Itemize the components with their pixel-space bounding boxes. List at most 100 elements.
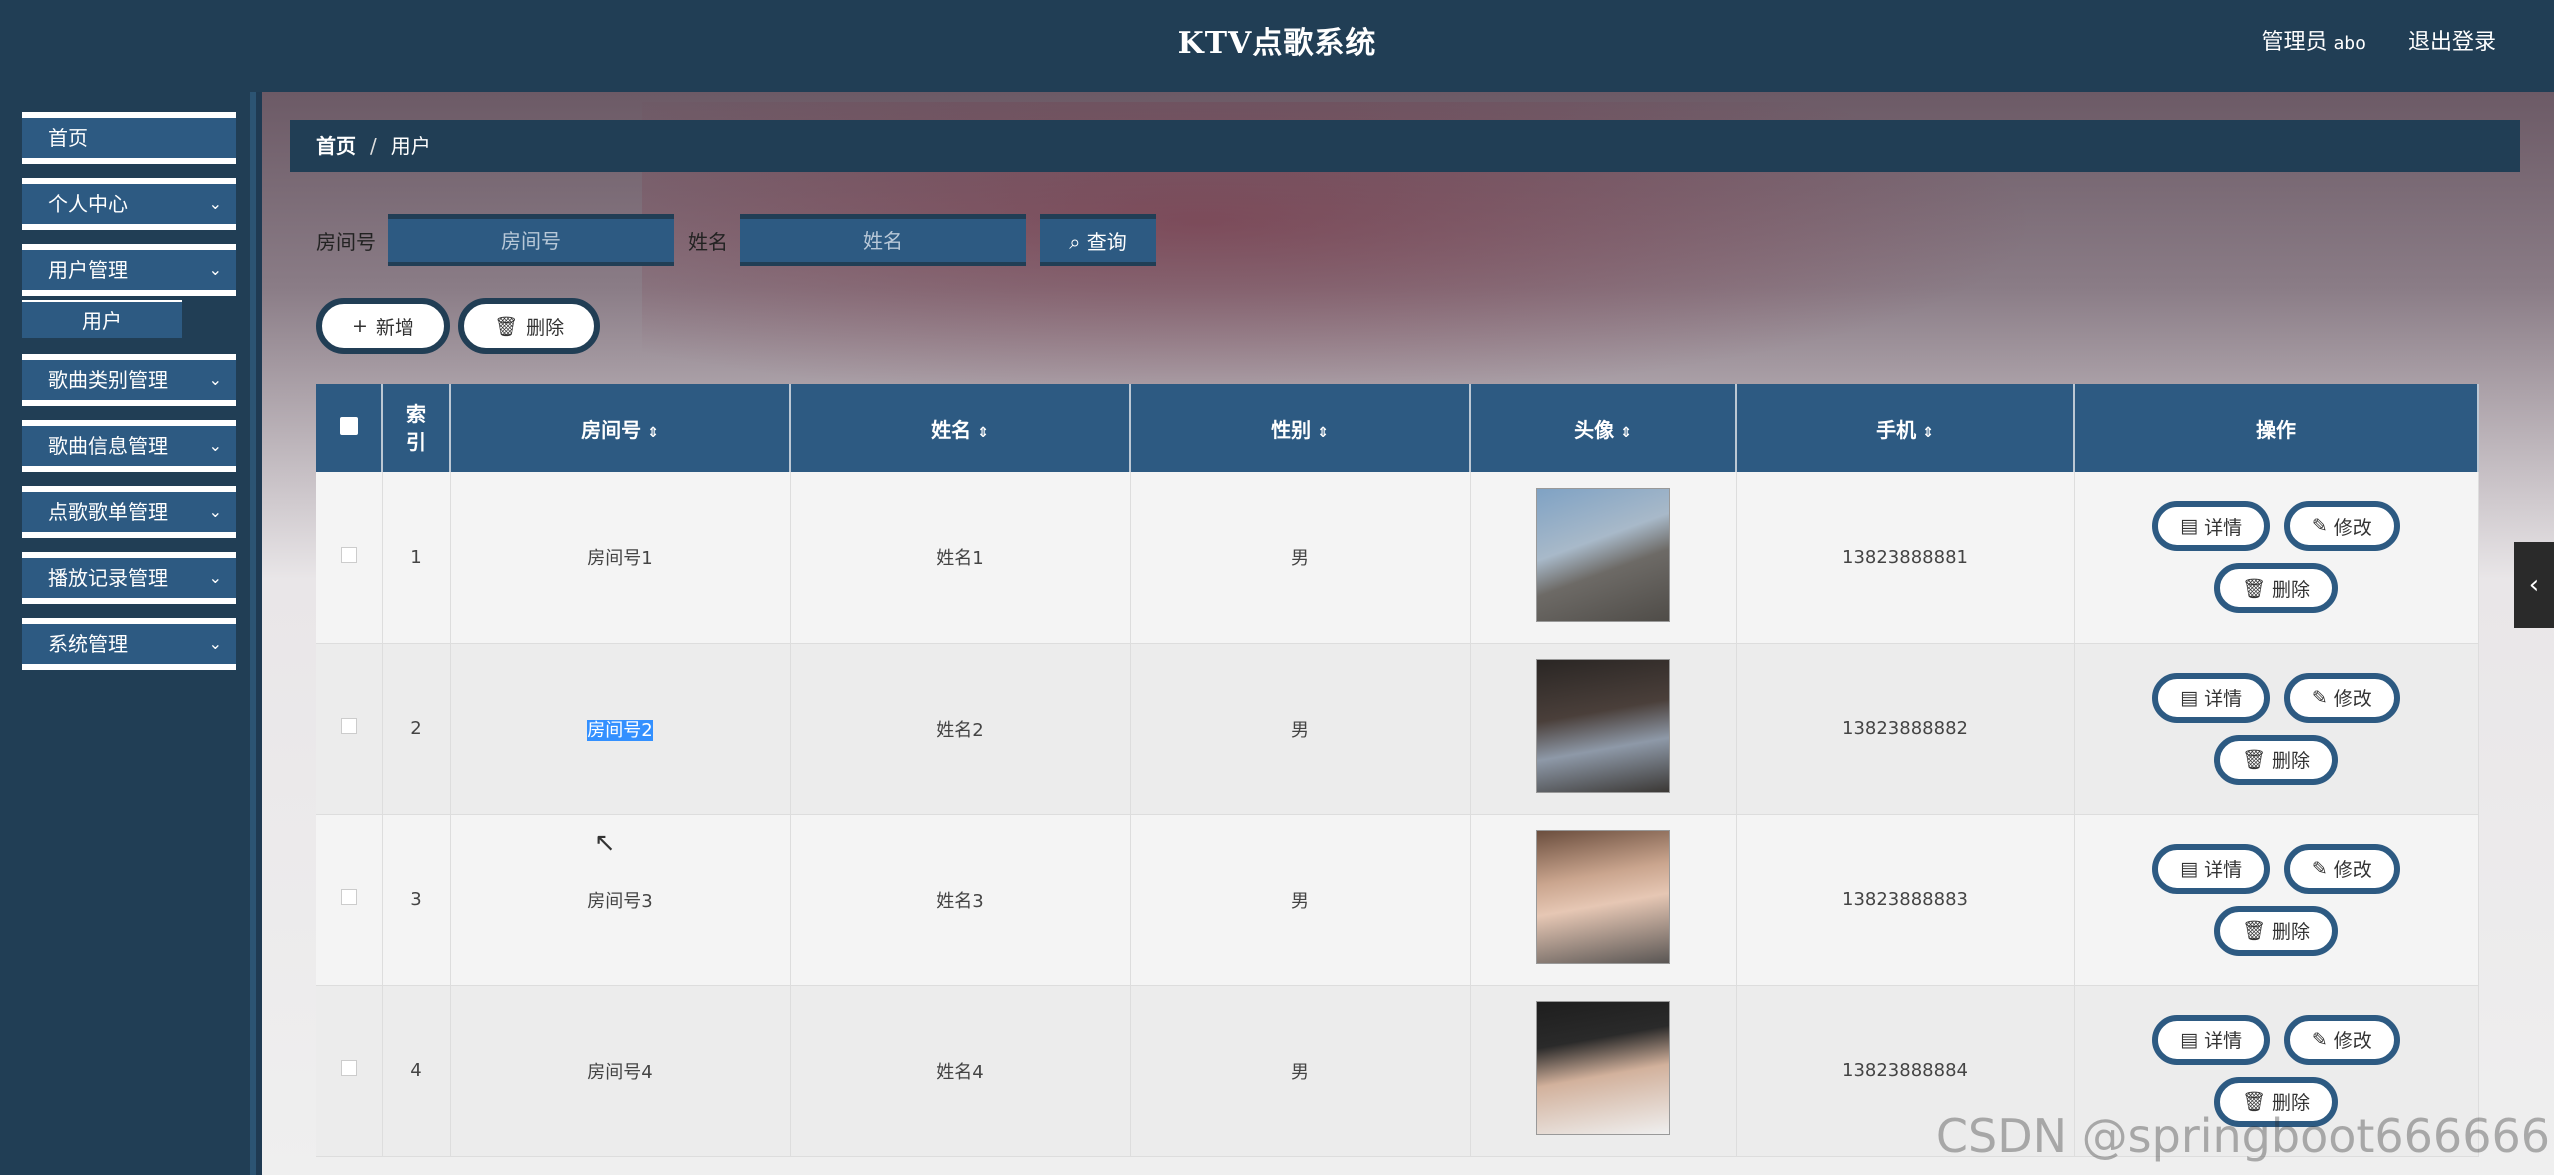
delete-button[interactable]: 🗑 删除 xyxy=(2213,563,2339,614)
main-content: 首页/用户 房间号 姓名 ⌕ 查询 +新增 🗑删除 索引 房间号⇕ 姓名⇕ 性别… xyxy=(262,92,2554,1175)
document-icon: ▤ xyxy=(2180,686,2199,709)
avatar-cell xyxy=(1470,643,1737,815)
header-label: 手机 xyxy=(1876,417,1917,442)
add-button[interactable]: + 新增 xyxy=(316,298,450,354)
admin-name: abo xyxy=(2333,33,2366,54)
breadcrumb-current: 用户 xyxy=(390,134,431,158)
pencil-icon: ✎ xyxy=(2311,857,2328,880)
delete-button-label: 删除 xyxy=(526,316,565,339)
document-icon: ▤ xyxy=(2180,857,2199,880)
detail-label: 详情 xyxy=(2204,1030,2243,1052)
chevron-down-icon: ⌄ xyxy=(208,568,222,587)
avatar-cell xyxy=(1470,985,1737,1157)
query-button[interactable]: ⌕ 查询 xyxy=(1040,214,1156,266)
delete-label: 删除 xyxy=(2272,750,2311,772)
row-checkbox[interactable] xyxy=(340,889,357,905)
sort-icon[interactable]: ⇕ xyxy=(647,425,659,441)
sort-icon[interactable]: ⇕ xyxy=(977,425,989,441)
sidebar-item-home[interactable]: 首页 xyxy=(22,112,236,164)
detail-label: 详情 xyxy=(2204,516,2243,539)
sidebar-item-label: 歌曲类别管理 xyxy=(48,368,168,392)
detail-button[interactable]: ▤ 详情 xyxy=(2152,1014,2271,1065)
table-row: 3 房间号3 姓名3 男 13823888883 ▤ 详情 ✎ 修改 🗑 删除 xyxy=(316,814,2479,986)
phone-cell: 13823888882 xyxy=(1736,643,2075,815)
sidebar-item-label: 播放记录管理 xyxy=(48,566,168,590)
column-header-name[interactable]: 姓名 ⇕ xyxy=(790,384,1131,472)
phone-cell: 13823888881 xyxy=(1736,472,2075,644)
edit-button[interactable]: ✎ 修改 xyxy=(2283,672,2400,723)
action-toolbar: + 新增 🗑 删除 xyxy=(316,298,601,354)
watermark: CSDN @springboot666666 xyxy=(1935,1109,2550,1163)
add-button-label: 新增 xyxy=(375,316,414,339)
room-label: 房间号 xyxy=(316,229,376,254)
index-cell: 1 xyxy=(382,472,451,644)
room-search-input[interactable] xyxy=(388,214,674,266)
sidebar-item-system[interactable]: 系统管理 ⌄ xyxy=(22,618,236,670)
breadcrumb: 首页 / 用户 xyxy=(290,120,2520,172)
sort-icon[interactable]: ⇕ xyxy=(1620,425,1632,441)
trash-icon: 🗑 xyxy=(493,315,519,338)
pencil-icon: ✎ xyxy=(2311,1028,2328,1051)
sidebar-item-user-management[interactable]: 用户管理 ⌄ xyxy=(22,244,236,296)
column-header-avatar[interactable]: 头像 ⇕ xyxy=(1470,384,1737,472)
edit-button[interactable]: ✎ 修改 xyxy=(2283,843,2400,894)
detail-label: 详情 xyxy=(2204,688,2243,710)
sort-icon[interactable]: ⇕ xyxy=(1317,425,1329,441)
detail-button[interactable]: ▤ 详情 xyxy=(2152,501,2271,552)
header-label: 头像 xyxy=(1574,417,1615,442)
pencil-icon: ✎ xyxy=(2311,686,2328,709)
avatar-cell xyxy=(1470,814,1737,986)
select-all-checkbox[interactable] xyxy=(339,417,358,435)
header-label: 操作 xyxy=(2256,417,2296,442)
name-search-input[interactable] xyxy=(740,214,1026,266)
sidebar: 首页 个人中心 ⌄ 用户管理 ⌄ 用户 歌曲类别管理 ⌄ 歌曲信息管理 ⌄ 点歌歌单管理… xyxy=(0,92,256,1175)
sort-icon[interactable]: ⇕ xyxy=(1922,425,1934,441)
column-header-room[interactable]: 房间号 ⇕ xyxy=(450,384,791,472)
batch-delete-button[interactable]: 🗑 删除 xyxy=(457,298,601,354)
avatar xyxy=(1536,830,1670,964)
sidebar-item-song-category[interactable]: 歌曲类别管理 ⌄ xyxy=(22,354,236,406)
name-label: 姓名 xyxy=(688,229,728,254)
detail-label: 详情 xyxy=(2204,859,2243,881)
selected-room-text: 房间号2 xyxy=(587,719,653,741)
chevron-left-icon[interactable]: ‹ xyxy=(2514,542,2554,628)
gender-cell: 男 xyxy=(1130,472,1471,644)
row-checkbox[interactable] xyxy=(340,718,357,734)
index-cell: 2 xyxy=(382,643,451,815)
gender-cell: 男 xyxy=(1130,985,1471,1157)
sidebar-item-song-info[interactable]: 歌曲信息管理 ⌄ xyxy=(22,420,236,472)
name-cell: 姓名1 xyxy=(790,472,1131,644)
delete-button[interactable]: 🗑 删除 xyxy=(2213,905,2339,956)
sidebar-item-personal-center[interactable]: 个人中心 ⌄ xyxy=(22,178,236,230)
detail-button[interactable]: ▤ 详情 xyxy=(2152,672,2271,723)
edit-button[interactable]: ✎ 修改 xyxy=(2283,501,2400,552)
avatar xyxy=(1536,1001,1670,1135)
index-cell: 3 xyxy=(382,814,451,986)
trash-icon: 🗑 xyxy=(2241,749,2267,771)
sidebar-item-label: 歌曲信息管理 xyxy=(48,434,168,458)
row-checkbox[interactable] xyxy=(340,1060,357,1076)
query-button-label: 查询 xyxy=(1086,230,1127,254)
avatar-cell xyxy=(1470,472,1737,644)
column-header-gender[interactable]: 性别 ⇕ xyxy=(1130,384,1471,472)
sidebar-subitem-user[interactable]: 用户 xyxy=(22,300,182,338)
row-checkbox[interactable] xyxy=(340,546,357,563)
edit-button[interactable]: ✎ 修改 xyxy=(2283,1014,2400,1065)
edit-label: 修改 xyxy=(2333,859,2372,881)
column-header-phone[interactable]: 手机 ⇕ xyxy=(1736,384,2075,472)
table-row: 1 房间号1 姓名1 男 13823888881 ▤ 详情 ✎ 修改 🗑 删除 xyxy=(316,472,2479,644)
gender-cell: 男 xyxy=(1130,643,1471,815)
search-form: 房间号 姓名 ⌕ 查询 xyxy=(316,212,1156,268)
sidebar-item-play-record[interactable]: 播放记录管理 ⌄ xyxy=(22,552,236,604)
breadcrumb-home[interactable]: 首页 xyxy=(316,134,356,158)
sidebar-item-playlist[interactable]: 点歌歌单管理 ⌄ xyxy=(22,486,236,538)
sidebar-item-label: 用户管理 xyxy=(48,258,128,282)
logout-link[interactable]: 退出登录 xyxy=(2408,24,2496,56)
admin-info: 管理员 abo xyxy=(2261,24,2366,56)
detail-button[interactable]: ▤ 详情 xyxy=(2152,843,2271,894)
select-all-header xyxy=(316,384,383,472)
search-icon: ⌕ xyxy=(1069,230,1081,254)
index-cell: 4 xyxy=(382,985,451,1157)
delete-button[interactable]: 🗑 删除 xyxy=(2213,734,2339,785)
column-header-operations: 操作 xyxy=(2074,384,2479,472)
